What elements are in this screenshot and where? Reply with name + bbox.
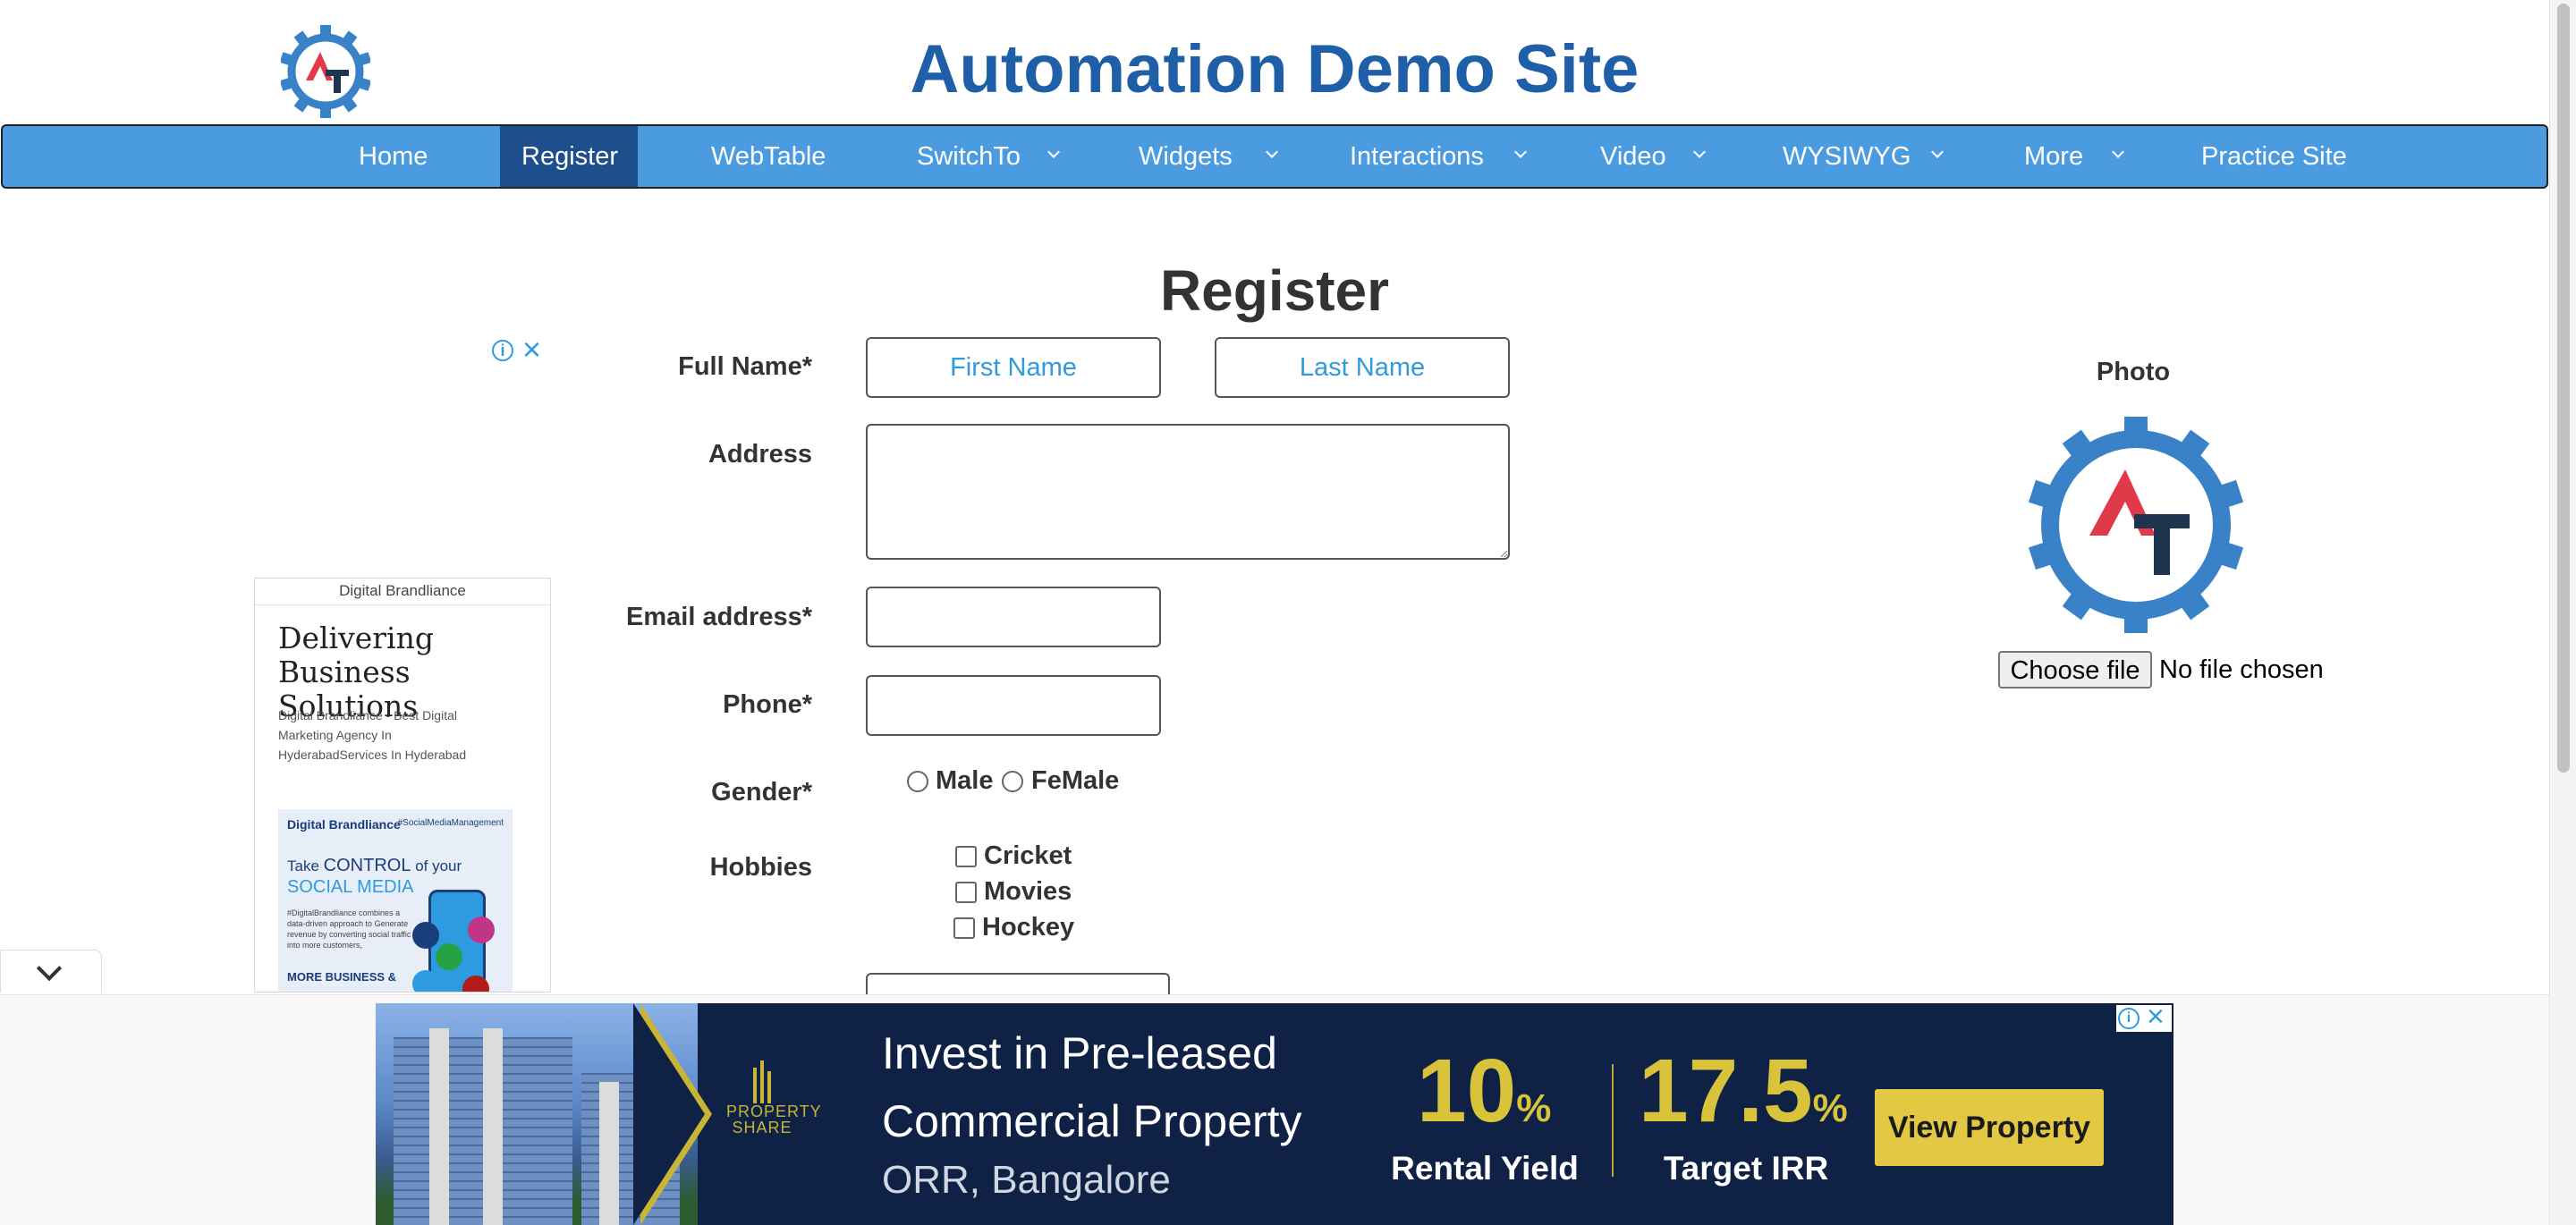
nav-interactions[interactable]: Interactions	[1328, 126, 1543, 187]
gender-male-label: Male	[936, 766, 994, 795]
instagram-icon	[468, 917, 495, 943]
view-property-button[interactable]: View Property	[1875, 1089, 2104, 1166]
hobby-movies-checkbox[interactable]	[955, 882, 977, 903]
banner-headline-line2: Commercial Property	[882, 1096, 1302, 1146]
scrollbar-thumb[interactable]	[2557, 4, 2570, 773]
choose-file-button[interactable]: Choose file	[1998, 651, 2152, 689]
chevron-down-icon	[1931, 146, 1944, 158]
phone-input[interactable]	[866, 675, 1161, 736]
property-share-logo: PROPERTY SHARE	[726, 1060, 822, 1136]
nav-video[interactable]: Video	[1579, 126, 1722, 187]
file-status-text: No file chosen	[2159, 655, 2324, 684]
bottom-banner-ad[interactable]: PROPERTY SHARE Invest in Pre-leased Comm…	[376, 1003, 2174, 1225]
gender-female-radio[interactable]	[1002, 771, 1023, 792]
vertical-scrollbar[interactable]	[2549, 0, 2576, 1225]
photo-preview-logo	[2029, 417, 2243, 633]
facebook-icon	[412, 922, 439, 949]
nav-wysiwyg-label: WYSIWYG	[1783, 142, 1911, 171]
chevron-down-icon	[36, 955, 63, 982]
nav-register-label: Register	[521, 142, 618, 171]
side-ad-panel-take: Take CONTROL of your	[287, 856, 462, 876]
last-name-input[interactable]	[1215, 337, 1510, 398]
target-irr-value: 17.5	[1639, 1041, 1813, 1141]
photo-label: Photo	[2096, 358, 2171, 386]
property-share-line1: PROPERTY	[726, 1102, 822, 1120]
full-name-label: Full Name*	[678, 352, 812, 381]
chevron-down-icon	[1266, 146, 1278, 158]
nav-switchto[interactable]: SwitchTo	[895, 126, 1074, 187]
side-ad-description: Digital Brandliance - Best Digital Marke…	[278, 708, 467, 762]
twitter-icon	[412, 970, 439, 992]
first-name-input[interactable]	[866, 337, 1161, 398]
target-irr-label: Target IRR	[1663, 1150, 1829, 1187]
target-irr-stat: 17.5%	[1639, 1046, 1848, 1136]
address-label: Address	[708, 440, 812, 469]
whatsapp-icon	[436, 943, 462, 970]
hobbies-label: Hobbies	[709, 853, 812, 882]
side-ad-panel-more: MORE BUSINESS &	[287, 970, 397, 984]
rental-yield-value: 10	[1417, 1041, 1517, 1141]
side-ad-of-your: of your	[415, 858, 462, 874]
phone-label: Phone*	[723, 690, 812, 719]
side-ad-panel-logo: Digital Brandliance	[287, 817, 401, 832]
hobby-hockey-label: Hockey	[982, 913, 1075, 942]
nav-widgets[interactable]: Widgets	[1117, 126, 1296, 187]
chevron-down-icon	[1047, 146, 1060, 158]
nav-widgets-label: Widgets	[1139, 142, 1233, 171]
main-navbar: Home Register WebTable SwitchTo Widgets …	[1, 124, 2548, 189]
gender-label: Gender*	[711, 778, 812, 807]
email-input[interactable]	[866, 587, 1161, 647]
side-ad-control-word: CONTROL	[323, 856, 411, 875]
rental-yield-label: Rental Yield	[1391, 1150, 1579, 1187]
banner-location: ORR, Bangalore	[882, 1158, 1171, 1202]
side-ad-panel-tag: #SocialMediaManagement	[397, 818, 504, 828]
hobby-hockey-checkbox[interactable]	[953, 917, 975, 939]
page-title: Register	[1159, 258, 1390, 323]
nav-register[interactable]: Register	[500, 126, 638, 187]
stat-divider	[1612, 1064, 1614, 1177]
side-ad-panel-social: SOCIAL MEDIA	[287, 877, 414, 897]
nav-home-label: Home	[359, 142, 428, 171]
side-ad-controls: i ×	[492, 334, 549, 366]
info-icon[interactable]: i	[2118, 1008, 2140, 1029]
close-icon[interactable]: ×	[522, 334, 541, 366]
nav-switchto-label: SwitchTo	[917, 142, 1021, 171]
chevron-down-icon	[1693, 146, 1706, 158]
site-title: Automation Demo Site	[910, 31, 1640, 107]
rental-yield-unit: %	[1516, 1086, 1552, 1130]
hobby-movies-label: Movies	[984, 877, 1072, 906]
nav-video-label: Video	[1600, 142, 1666, 171]
hobby-cricket-checkbox[interactable]	[955, 846, 977, 867]
nav-webtable[interactable]: WebTable	[690, 126, 847, 187]
banner-ad-controls: i ×	[2116, 1001, 2172, 1032]
nav-more[interactable]: More	[2003, 126, 2146, 187]
nav-webtable-label: WebTable	[711, 142, 826, 171]
property-share-line2: SHARE	[732, 1119, 792, 1136]
side-ad-image: Digital Brandliance #SocialMediaManageme…	[278, 809, 513, 992]
chevron-down-icon	[1514, 146, 1527, 158]
gender-male-radio[interactable]	[907, 771, 928, 792]
hobby-cricket-label: Cricket	[984, 841, 1072, 870]
address-textarea[interactable]	[866, 424, 1510, 560]
side-advertisement[interactable]: Digital Brandliance Delivering Business …	[254, 578, 551, 993]
nav-interactions-label: Interactions	[1350, 142, 1484, 171]
target-irr-unit: %	[1812, 1086, 1848, 1130]
banner-headline-line1: Invest in Pre-leased	[882, 1028, 1277, 1078]
gender-female-label: FeMale	[1031, 766, 1120, 795]
nav-wysiwyg[interactable]: WYSIWYG	[1761, 126, 1958, 187]
side-ad-panel-small: #DigitalBrandliance combines a data-driv…	[287, 908, 411, 950]
close-icon[interactable]: ×	[2147, 1001, 2165, 1032]
side-ad-brand: Digital Brandliance	[255, 579, 550, 605]
email-label: Email address*	[626, 603, 812, 631]
chevron-down-icon	[2112, 146, 2124, 158]
banner-headline: Invest in Pre-leased Commercial Property…	[882, 1019, 1302, 1205]
info-icon[interactable]: i	[492, 340, 513, 361]
rental-yield-stat: 10%	[1417, 1046, 1551, 1136]
nav-practice-site[interactable]: Practice Site	[2180, 126, 2368, 187]
side-ad-take-word: Take	[287, 858, 319, 874]
nav-more-label: More	[2024, 142, 2084, 171]
collapse-ad-button[interactable]	[0, 950, 102, 993]
nav-practice-site-label: Practice Site	[2201, 142, 2347, 171]
nav-home[interactable]: Home	[337, 126, 449, 187]
